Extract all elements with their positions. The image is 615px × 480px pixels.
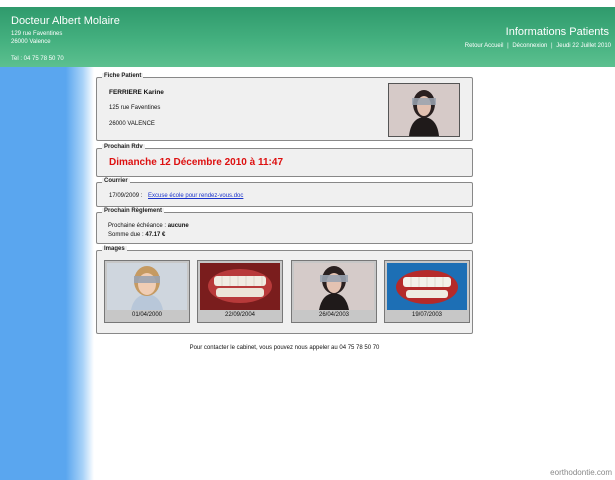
next-payment-legend: Prochain Règlement [102,208,165,214]
image-date: 19/07/2003 [411,312,443,318]
doctor-phone: Tel : 04 75 78 50 70 [11,56,64,62]
patient-photo [388,83,460,137]
payment-due-line: Prochaine échéance : aucune [108,223,189,229]
page-header: Docteur Albert Molaire 129 rue Faventine… [0,7,615,67]
logout-link[interactable]: Déconnexion [512,43,547,49]
patient-name: FERRIERE Karine [109,89,164,96]
woman-portrait-image [389,84,459,136]
images-legend: Images [102,246,127,252]
image-thumbnail[interactable]: 01/04/2000 [104,260,190,323]
image-thumbnail[interactable]: 19/07/2003 [384,260,470,323]
watermark: eorthodontie.com [550,468,612,477]
contact-footer: Pour contacter le cabinet, vous pouvez n… [189,345,380,351]
patient-card-legend: Fiche Patient [102,73,144,79]
mail-document-link[interactable]: Excuse école pour rendez-vous.doc [148,193,243,199]
image-date: 26/04/2003 [318,312,350,318]
payment-due-value: aucune [167,223,189,229]
next-appointment-date: Dimanche 12 Décembre 2010 à 11:47 [109,157,283,168]
next-appointment-box: Prochain Rdv Dimanche 12 Décembre 2010 à… [96,144,473,177]
patient-street: 125 rue Faventines [109,105,161,111]
child-portrait-image [107,263,187,310]
images-box: Images 01/04/2000 22/09/2004 26/04/2003 … [96,246,473,334]
app-title: Informations Patients [505,26,609,38]
woman-portrait-image [294,263,374,310]
link-separator: | [507,43,509,49]
link-separator: | [551,43,553,49]
image-date: 22/09/2004 [224,312,256,318]
teeth-blue-image [387,263,467,310]
patient-city: 26000 VALENCE [109,121,155,127]
top-strip [0,0,615,7]
mail-legend: Courrier [102,178,130,184]
left-sidebar [0,67,94,480]
payment-amount-line: Somme due : 47.17 € [108,232,165,238]
payment-amount-value: 47.17 € [145,232,166,238]
image-date: 01/04/2000 [131,312,163,318]
teeth-image [200,263,280,310]
home-link[interactable]: Retour Accueil [465,43,504,49]
payment-amount-label: Somme due : [108,232,144,238]
image-thumbnail[interactable]: 26/04/2003 [291,260,377,323]
doctor-address-city: 26000 Valence [11,39,51,45]
mail-date: 17/09/2009 : [109,193,143,199]
current-date: Jeudi 22 Juillet 2010 [556,43,611,49]
image-thumbnail[interactable]: 22/09/2004 [197,260,283,323]
doctor-address-street: 129 rue Faventines [11,31,63,37]
payment-due-label: Prochaine échéance : [108,223,167,229]
header-links: Retour Accueil | Déconnexion | Jeudi 22 … [465,43,611,49]
next-payment-box: Prochain Règlement Prochaine échéance : … [96,208,473,244]
mail-box: Courrier 17/09/2009 : Excuse école pour … [96,178,473,207]
patient-card: Fiche Patient FERRIERE Karine 125 rue Fa… [96,73,473,141]
next-appointment-legend: Prochain Rdv [102,144,145,150]
doctor-name: Docteur Albert Molaire [11,15,120,27]
